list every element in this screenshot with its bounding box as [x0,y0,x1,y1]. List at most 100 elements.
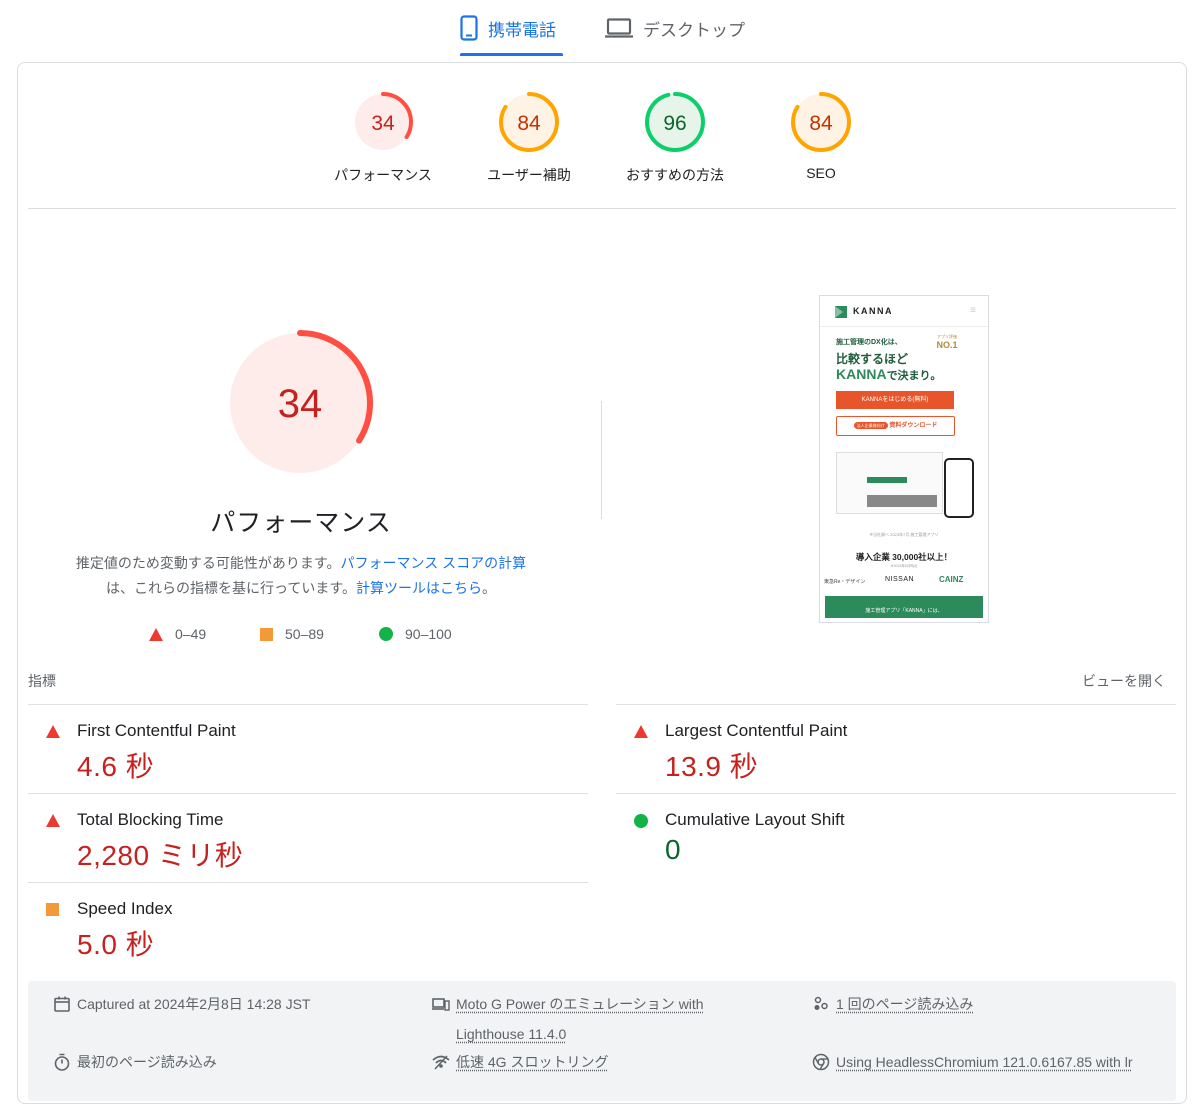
shot-line3-rest: で決まり。 [886,370,942,382]
gauge-performance[interactable]: 34 パフォーマンス [323,91,443,185]
device-emulation-line2: Lighthouse 11.4.0 [456,1026,567,1042]
shot-cta-secondary-label: 資料ダウンロード [889,423,938,429]
gauge-label: ユーザー補助 [487,167,571,183]
shot-logo-nissan: NISSAN [885,576,915,583]
metric-fcp: First Contentful Paint 4.6 秒 [28,704,588,793]
devices-icon [432,998,450,1011]
tab-mobile-label: 携帯電話 [488,20,556,40]
gauge-label: SEO [806,165,836,181]
gauge-accessibility[interactable]: 84 ユーザー補助 [469,91,589,185]
legend-average: 50–89 [260,626,324,642]
desc-text-2: は、これらの指標を基に行っています。 [106,580,356,596]
metric-value: 4.6 秒 [77,751,155,782]
shot-header: KANNA ≡ [820,296,988,327]
average-square-icon [46,903,60,917]
shot-cta-tag: 法人企業様向け [853,422,888,429]
tab-desktop[interactable]: デスクトップ [605,0,755,56]
shot-headline: 導入企業 30,000社以上！ [855,552,953,562]
metric-name: Largest Contentful Paint [665,721,848,740]
section-divider [28,208,1176,209]
shot-app-preview [836,452,943,514]
chrome-icon [812,1053,830,1071]
performance-big-gauge: 34 [227,330,373,476]
shot-note: ※当社調べ 2023年7月 施工管理アプリ [869,532,939,537]
metric-value: 5.0 秒 [77,929,155,960]
legend-pass-range: 90–100 [405,626,452,642]
hamburger-icon: ≡ [970,305,976,316]
gauge-score: 96 [663,112,686,135]
gauge-ring: 84 [499,92,559,152]
gauge-ring: 84 [791,92,851,152]
tab-desktop-label: デスクトップ [643,20,745,40]
browser-info-text: Using HeadlessChromium 121.0.6167.85 wit… [836,1054,1133,1070]
gauge-label: パフォーマンス [334,167,432,183]
initial-load: 最初のページ読み込み [53,1047,217,1077]
network-throttling-text: 低速 4G スロットリング [456,1054,609,1070]
initial-load-text: 最初のページ読み込み [77,1054,217,1070]
legend-fail-range: 0–49 [175,626,207,642]
pass-circle-icon [379,627,393,641]
score-calc-link[interactable]: パフォーマンス スコアの計算 [341,555,527,571]
metric-cls: Cumulative Layout Shift 0 [616,793,1176,882]
form-factor-tabs: 携帯電話 デスクトップ [0,0,1200,56]
gauge-best-practices[interactable]: 96 おすすめの方法 [615,91,735,185]
score-legend: 0–49 50–89 90–100 [18,626,584,646]
browser-info[interactable]: Using HeadlessChromium 121.0.6167.85 wit… [812,1047,1132,1077]
page-loads[interactable]: 1 回のページ読み込み [812,989,973,1019]
metrics-header: 指標 ビューを開く [28,671,1176,691]
network-throttling[interactable]: 低速 4G スロットリング [432,1047,608,1077]
performance-description: 推定値のため変動する可能性があります。パフォーマンス スコアの計算 は、これらの… [48,551,554,601]
device-emulation[interactable]: Moto G Power のエミュレーション with Lighthouse 11… [432,989,726,1049]
shot-brand: KANNA [853,306,893,316]
shot-logo-cainz: CAINZ [939,575,964,584]
page-screenshot[interactable]: KANNA ≡ 施工管理のDX化は、 比較するほど KANNAで決まり。 アプリ… [819,295,989,623]
average-square-icon [260,627,273,641]
active-tab-indicator [460,53,563,56]
shot-line3-brand: KANNA [836,366,887,382]
gauge-score: 84 [517,112,541,135]
metric-value: 13.9 秒 [665,751,759,782]
gauge-score: 84 [809,112,833,135]
gauge-ring: 34 [353,92,413,152]
metric-name: Cumulative Layout Shift [665,810,845,829]
stopwatch-icon [54,1053,70,1071]
pass-circle-icon [634,814,648,828]
metric-value: 2,280 ミリ秒 [77,840,244,871]
metric-value: 0 [665,834,682,865]
tab-mobile[interactable]: 携帯電話 [460,0,563,56]
expand-view-toggle[interactable]: ビューを開く [1082,671,1166,691]
report-card: 34 パフォーマンス 84 ユーザー補助 96 おすすめの方法 84 SEO 3… [17,62,1187,1104]
calendar-icon [54,996,70,1012]
legend-pass: 90–100 [379,626,452,642]
shot-preview-bar [867,477,907,483]
metric-name: First Contentful Paint [77,721,236,740]
metrics-title: 指標 [28,673,56,689]
fail-triangle-icon [634,725,648,739]
device-emulation-line1: Moto G Power のエミュレーション with [456,996,704,1012]
performance-title: パフォーマンス [210,509,392,537]
shot-cta-primary: KANNAをはじめる(無料) [836,391,954,409]
gauge-score: 34 [371,112,395,135]
device-emulation-text: Moto G Power のエミュレーション with Lighthouse 11… [456,989,726,1049]
fail-triangle-icon [46,814,60,828]
shot-banner: 施工管理アプリ「KANNA」には、 [825,596,983,618]
shot-preview-photos [867,495,937,507]
page-loads-icon [814,996,828,1010]
award-text: NO.1 [936,340,958,350]
metric-lcp: Largest Contentful Paint 13.9 秒 [616,704,1176,793]
metric-si: Speed Index 5.0 秒 [28,882,588,971]
captured-at-text: Captured at 2024年2月8日 14:28 JST [77,996,311,1012]
metric-tbt: Total Blocking Time 2,280 ミリ秒 [28,793,588,882]
score-gauges: 34 パフォーマンス 84 ユーザー補助 96 おすすめの方法 84 SEO [18,63,1186,208]
calculator-link[interactable]: 計算ツールはこちら [356,580,482,596]
shot-logo-tokyu: 東急Re・デザイン [824,579,866,585]
kanna-logo-icon [835,306,847,318]
runtime-settings: Captured at 2024年2月8日 14:28 JST Moto G P… [28,981,1176,1101]
legend-average-range: 50–89 [285,626,324,642]
shot-line2: 比較するほど [836,352,909,366]
gauge-seo[interactable]: 84 SEO [761,91,881,181]
mobile-phone-icon [460,15,478,41]
signal-icon [432,1055,450,1070]
legend-fail: 0–49 [149,626,206,642]
performance-score: 34 [278,382,323,426]
